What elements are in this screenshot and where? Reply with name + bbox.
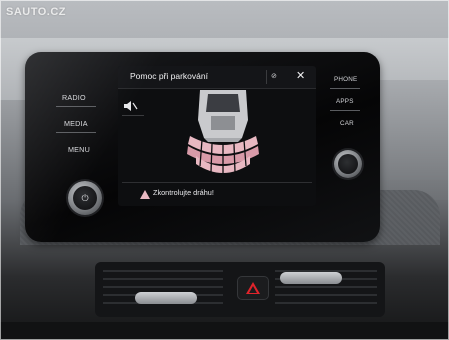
speaker-icon	[124, 101, 138, 111]
apps-button[interactable]: APPS	[336, 98, 354, 105]
title-separator	[266, 70, 267, 84]
car-interior-photo: SAUTO.CZ RADIO MEDIA MENU PHONE APPS CAR…	[0, 0, 449, 340]
car-topview-icon	[187, 90, 259, 176]
sensor-mute-icon[interactable]: ⊘	[271, 72, 277, 80]
sound-icon[interactable]	[123, 100, 139, 114]
menu-button[interactable]: MENU	[68, 145, 90, 154]
hazard-button[interactable]	[238, 277, 268, 299]
side-divider	[330, 110, 360, 111]
radio-button[interactable]: RADIO	[62, 93, 86, 102]
warning-message: Zkontrolujte dráhu!	[153, 188, 214, 197]
media-button[interactable]: MEDIA	[64, 119, 88, 128]
car-button[interactable]: CAR	[340, 120, 354, 127]
vent-slat	[275, 302, 377, 304]
lower-console	[0, 322, 449, 340]
watermark: SAUTO.CZ	[6, 6, 67, 18]
phone-button[interactable]: PHONE	[334, 76, 357, 83]
vent-slat	[275, 294, 377, 296]
screen-title: Pomoc při parkování	[130, 71, 208, 81]
close-icon[interactable]: ✕	[296, 69, 305, 82]
left-vent-control[interactable]	[135, 292, 197, 304]
side-divider	[56, 132, 96, 133]
power-icon: ⏻	[81, 193, 89, 203]
side-divider	[56, 106, 96, 107]
side-divider	[330, 88, 360, 89]
parking-assist-screen: Pomoc při parkování ⊘ ✕ Zkontrolujte drá…	[118, 66, 316, 206]
warning-icon	[140, 190, 150, 199]
vent-slat	[275, 286, 377, 288]
vent-slat	[103, 270, 223, 272]
vent-slat	[103, 286, 223, 288]
power-volume-knob[interactable]: ⏻	[68, 181, 102, 215]
hazard-icon-inner	[249, 286, 257, 293]
knob-face	[338, 154, 358, 174]
dashboard-right-panel	[372, 80, 449, 180]
right-vent-control[interactable]	[280, 272, 342, 284]
tuning-knob[interactable]	[334, 150, 362, 178]
vent-slat	[103, 278, 223, 280]
bottom-divider	[122, 182, 312, 183]
left-divider	[122, 115, 144, 116]
car-sensor-graphic	[178, 90, 268, 180]
